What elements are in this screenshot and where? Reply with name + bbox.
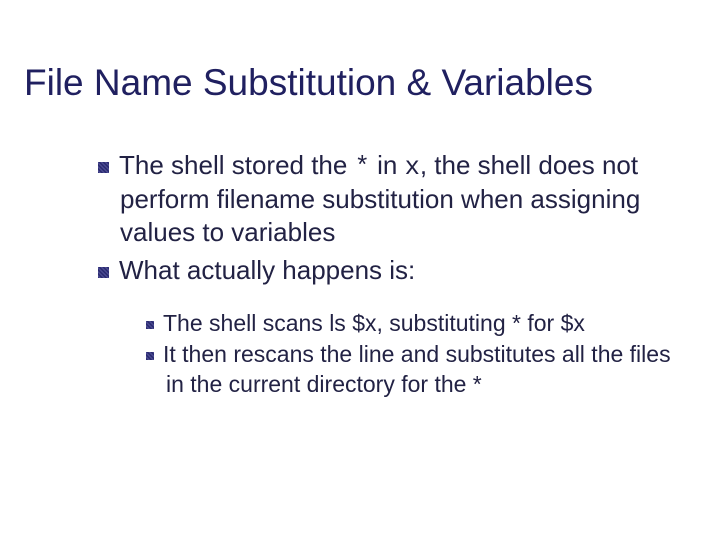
bullet-item-2: What actually happens is:	[98, 254, 690, 287]
slide: File Name Substitution & Variables The s…	[0, 0, 720, 540]
square-bullet-icon	[98, 267, 109, 278]
square-bullet-icon	[98, 162, 109, 173]
square-bullet-icon	[146, 321, 154, 329]
sub-bullet-item-2: It then rescans the line and substitutes…	[146, 340, 690, 399]
bullet-text: It then rescans the line and substitutes…	[163, 341, 671, 396]
slide-body: The shell stored the * in x, the shell d…	[0, 105, 720, 400]
bullet-text: in	[370, 150, 405, 180]
bullet-text: The shell scans ls $x, substituting * fo…	[163, 310, 585, 336]
bullet-text: The shell stored the	[119, 150, 355, 180]
bullet-item-1: The shell stored the * in x, the shell d…	[98, 149, 690, 249]
sub-bullet-item-1: The shell scans ls $x, substituting * fo…	[146, 309, 690, 338]
code-text: *	[355, 153, 370, 182]
square-bullet-icon	[146, 352, 154, 360]
bullet-text: What actually happens is:	[119, 255, 415, 285]
slide-title: File Name Substitution & Variables	[0, 0, 720, 105]
code-text: x	[405, 153, 420, 182]
